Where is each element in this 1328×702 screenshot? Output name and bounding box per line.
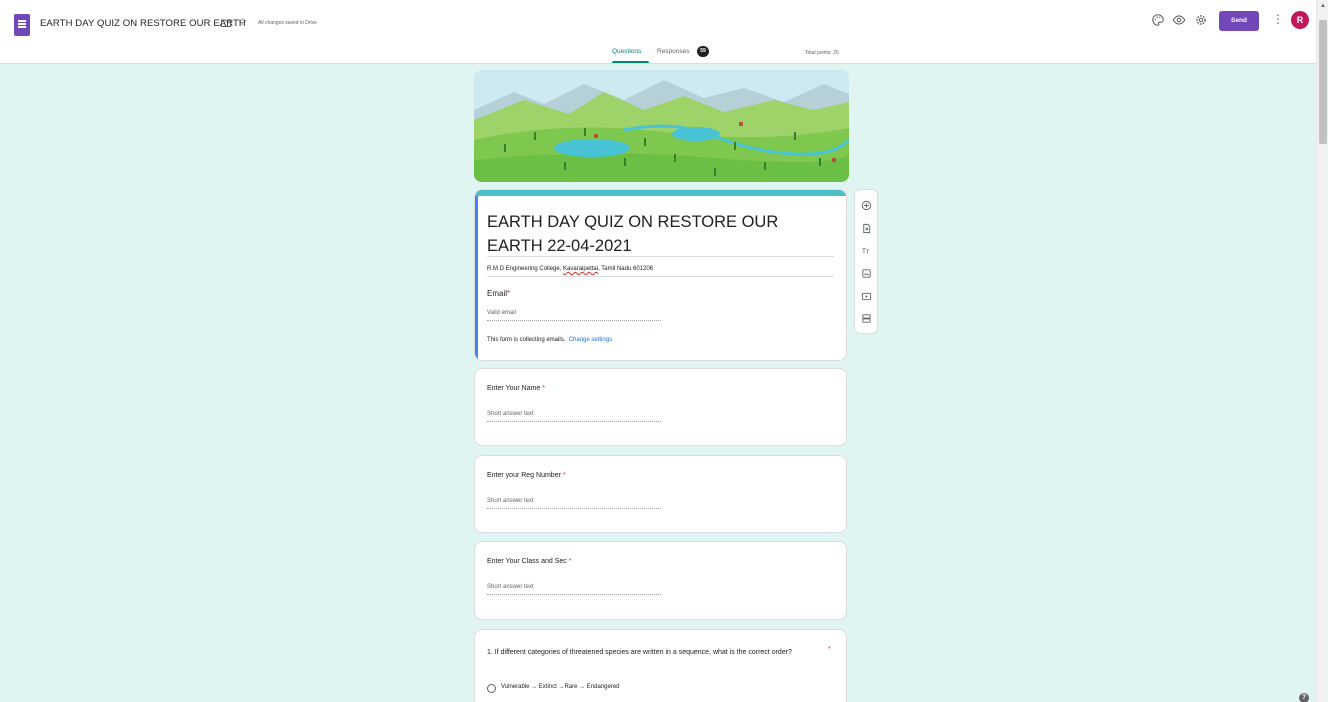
question-card[interactable]: Enter your Reg Number * Short answer tex…: [474, 455, 847, 533]
form-title-card[interactable]: EARTH DAY QUIZ ON RESTORE OUR EARTH 22-0…: [474, 189, 847, 361]
document-title[interactable]: EARTH DAY QUIZ ON RESTORE OUR EARTH: [40, 18, 246, 29]
option-label[interactable]: Vulnerable → Extinct →Rare → Endangered: [501, 684, 620, 690]
email-label: Email*: [487, 289, 511, 298]
total-points: Total points: 20: [805, 50, 839, 56]
top-bar: EARTH DAY QUIZ ON RESTORE OUR EARTH ☆ Al…: [0, 0, 1316, 64]
eye-icon[interactable]: [1172, 13, 1186, 27]
add-title-icon[interactable]: Tт: [855, 241, 877, 259]
tab-active-indicator: [612, 61, 649, 63]
question-title: Enter your Reg Number *: [487, 472, 566, 479]
short-answer-placeholder: Short answer text: [487, 584, 534, 590]
short-answer-placeholder: Short answer text: [487, 411, 534, 417]
folder-icon[interactable]: [220, 17, 232, 29]
forms-logo-icon[interactable]: [14, 14, 30, 36]
add-section-icon[interactable]: [855, 309, 877, 327]
save-status: All changes saved in Drive: [258, 20, 317, 26]
email-field-underline: [487, 320, 661, 321]
divider: [487, 276, 834, 277]
import-questions-icon[interactable]: [855, 219, 877, 237]
add-image-icon[interactable]: [855, 264, 877, 282]
question-card[interactable]: Enter Your Class and Sec * Short answer …: [474, 541, 847, 620]
collecting-emails-note: This form is collecting emails. Change s…: [487, 337, 613, 343]
question-toolbar: Tт: [854, 189, 878, 334]
question-card[interactable]: 1. If different categories of threatened…: [474, 629, 847, 702]
tab-responses[interactable]: Responses: [657, 48, 690, 55]
add-question-icon[interactable]: [855, 196, 877, 214]
palette-icon[interactable]: [1151, 13, 1165, 27]
active-card-indicator: [475, 196, 478, 360]
question-title: Enter Your Class and Sec *: [487, 558, 572, 565]
send-button[interactable]: Send: [1219, 11, 1259, 31]
help-icon[interactable]: ?: [1299, 693, 1309, 702]
email-placeholder: Valid email: [487, 310, 516, 316]
change-settings-link[interactable]: Change settings: [569, 337, 612, 343]
title-color-strip: [475, 190, 846, 196]
short-answer-placeholder: Short answer text: [487, 498, 534, 504]
avatar[interactable]: R: [1291, 11, 1309, 29]
form-description[interactable]: R.M.D Engineering College, Kavaraipettai…: [487, 266, 653, 272]
svg-text:Tт: Tт: [861, 248, 869, 255]
answer-underline: [487, 421, 661, 422]
radio-option[interactable]: [487, 684, 496, 693]
gear-icon[interactable]: [1194, 13, 1208, 27]
scrollbar[interactable]: ▲: [1316, 0, 1328, 702]
star-icon[interactable]: ☆: [237, 15, 248, 29]
question-title: Enter Your Name *: [487, 385, 545, 392]
form-title[interactable]: EARTH DAY QUIZ ON RESTORE OUR EARTH 22-0…: [487, 210, 827, 258]
answer-underline: [487, 508, 661, 509]
tab-questions[interactable]: Questions: [612, 48, 641, 55]
add-video-icon[interactable]: [855, 287, 877, 305]
question-title: 1. If different categories of threatened…: [487, 649, 792, 656]
header-image: [474, 70, 849, 182]
question-card[interactable]: Enter Your Name * Short answer text: [474, 368, 847, 446]
scroll-thumb[interactable]: [1319, 20, 1327, 144]
more-vert-icon[interactable]: ⋮: [1272, 12, 1284, 26]
responses-count-badge: 59: [697, 46, 709, 57]
required-mark: *: [828, 646, 831, 653]
divider: [487, 256, 834, 257]
scroll-up-arrow-icon[interactable]: ▲: [1320, 3, 1326, 9]
answer-underline: [487, 594, 661, 595]
